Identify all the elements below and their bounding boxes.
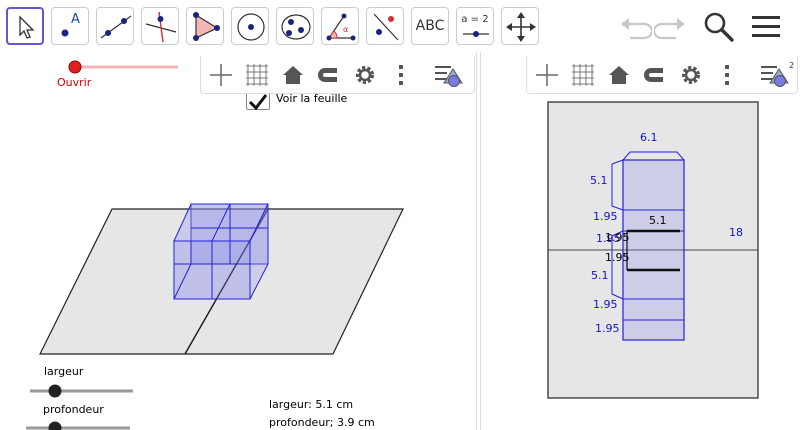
menu-icon[interactable] [750,12,782,42]
magnet-icon [644,68,663,82]
largeur-slider-handle[interactable] [48,384,62,398]
gear-icon [682,66,700,84]
circle-with-center-icon [237,13,265,41]
grid-toggle-button[interactable] [243,61,271,89]
box-3d[interactable] [173,203,269,300]
undo-icon[interactable] [618,12,652,42]
profondeur-slider-handle[interactable] [48,421,62,430]
move-tool-button[interactable] [6,7,44,45]
graphics-2d-view[interactable]: 6.1 5.1 1.95 5.1 1.95 1.95 18 1.95 5.1 1… [481,96,800,430]
move-graphics-view-tool-button[interactable] [501,7,539,45]
redo-icon[interactable] [654,12,688,42]
perpendicular-line-tool-button[interactable] [141,7,179,45]
view-number-label: 2 [789,61,795,70]
axes-icon [536,64,558,86]
label-fold-2c: 1.95 [605,251,630,264]
view-menu-icon [435,66,463,87]
line-tool-button[interactable] [96,7,134,45]
vertical-dots-icon [725,65,729,85]
label-right-side: 18 [729,226,743,239]
open-slider-handle[interactable] [68,60,82,74]
settings-button[interactable] [351,61,379,89]
show-sheet-checkbox[interactable] [246,92,270,111]
snap-toggle-button-2d[interactable] [639,61,667,89]
largeur-info: largeur: 5.1 cm [269,398,354,411]
label-inner-width: 5.1 [649,214,667,227]
more-options-button-2d[interactable] [713,61,741,89]
vertical-dots-icon [399,65,403,85]
panel-divider[interactable] [476,52,477,430]
point-tool-button[interactable]: A [51,7,89,45]
grid-icon [246,64,268,86]
search-icon[interactable] [702,10,736,44]
home-icon [609,66,629,84]
snap-toggle-button[interactable] [313,61,341,89]
cursor-arrow-icon [19,15,35,39]
checkmark-icon [248,94,268,111]
grid-icon [572,64,594,86]
style-bar-2d: 2 [526,56,798,94]
label-fold-4: 1.95 [593,298,618,311]
profondeur-info: profondeur; 3.9 cm [269,416,375,429]
conic-tool-button[interactable] [276,7,314,45]
home-view-button[interactable] [279,61,307,89]
label-side-top: 5.1 [590,174,608,187]
open-slider-label: Ouvrir [57,76,92,89]
gear-icon [356,66,374,84]
label-fold-1: 1.95 [593,210,618,223]
home-icon [283,66,303,84]
polygon-tool-button[interactable] [186,7,224,45]
largeur-slider-label: largeur [44,365,84,378]
view-menu-button[interactable] [433,61,469,89]
label-top-width: 6.1 [640,131,658,144]
net-drawing [547,101,759,399]
move-arrows-icon [506,12,536,42]
slider-icon [463,31,489,37]
more-options-button[interactable] [387,61,415,89]
axes-icon [210,64,232,86]
box-net[interactable] [611,151,685,341]
axes-toggle-button-2d[interactable] [533,61,561,89]
line-icon [100,15,132,39]
angle-tool-label: α [343,25,348,34]
slider-tool-button[interactable]: a = 2 [456,7,494,45]
grid-toggle-button-2d[interactable] [569,61,597,89]
settings-button-2d[interactable] [677,61,705,89]
angle-icon: α [326,13,356,41]
label-fold-2b: 1.95 [605,231,630,244]
angle-tool-button[interactable]: α [321,7,359,45]
polygon-icon [193,12,220,41]
axes-toggle-button[interactable] [207,61,235,89]
home-view-button-2d[interactable] [605,61,633,89]
style-bar-3d [200,56,475,94]
reflect-tool-button[interactable] [366,7,404,45]
graphics-3d-view[interactable]: Ouvrir Voir la feuille largeur profondeu… [0,52,476,430]
label-side-mid: 5.1 [591,269,609,282]
text-tool-button[interactable]: ABC [411,7,449,45]
circle-center-tool-button[interactable] [231,7,269,45]
label-fold-5: 1.95 [595,322,620,335]
profondeur-slider-label: profondeur [43,403,104,416]
conic-icon [281,14,311,40]
reflect-icon [373,13,399,41]
perpendicular-line-icon [145,11,177,43]
main-toolbar: A α ABC a = 2 [0,0,800,52]
point-tool-label: A [71,12,80,27]
text-tool-label: ABC [415,18,445,34]
magnet-icon [318,68,337,82]
view-menu-button-2d[interactable]: 2 [759,61,797,89]
